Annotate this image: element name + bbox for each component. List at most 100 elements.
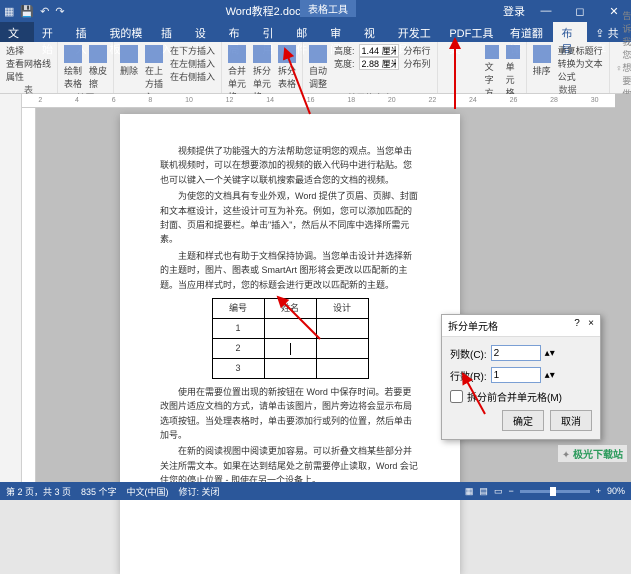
cancel-button[interactable]: 取消 xyxy=(550,410,592,431)
active-cell[interactable] xyxy=(264,338,316,358)
align-tl-button[interactable] xyxy=(442,44,452,52)
tab-dev[interactable]: 开发工具 xyxy=(390,22,442,42)
align-tr-button[interactable] xyxy=(468,44,478,52)
ribbon-tabs: 文件 开始 插入 我的模板 插入 设计 布局 引用 邮件 审阅 视图 开发工具 … xyxy=(0,22,631,42)
tab-home[interactable]: 开始 xyxy=(34,22,68,42)
tab-translate[interactable]: 有道翻译 xyxy=(502,22,554,42)
tab-pdf[interactable]: PDF工具集 xyxy=(441,22,502,42)
gridlines-button[interactable]: 查看网格线 xyxy=(4,57,53,70)
align-mr-button[interactable] xyxy=(468,53,478,61)
tab-review[interactable]: 审阅 xyxy=(322,22,356,42)
group-data: 排序 重复标题行 转换为文本 公式 数据 xyxy=(527,42,610,93)
table-header[interactable]: 编号 xyxy=(212,298,264,318)
eraser-button[interactable]: 橡皮擦 xyxy=(87,44,109,91)
language-indicator[interactable]: 中文(中国) xyxy=(127,485,169,498)
group-draw: 绘制表格 橡皮擦 绘图 xyxy=(58,42,114,93)
to-text-button[interactable]: 转换为文本 xyxy=(556,57,605,70)
page-indicator[interactable]: 第 2 页，共 3 页 xyxy=(6,485,71,498)
word-icon: ▦ xyxy=(4,5,14,18)
navigation-bar xyxy=(0,94,22,482)
maximize-icon[interactable]: ◻ xyxy=(567,5,593,18)
align-bc-button[interactable] xyxy=(455,62,465,70)
zoom-slider[interactable] xyxy=(520,490,590,493)
rows-input[interactable] xyxy=(491,367,541,383)
quick-access-toolbar: ▦ 💾 ↶ ↷ xyxy=(4,5,65,18)
redo-icon[interactable]: ↷ xyxy=(55,5,64,18)
columns-label: 列数(C): xyxy=(450,346,487,361)
dialog-help-icon[interactable]: ? xyxy=(574,318,580,329)
tell-me-box[interactable]: ♀ 告诉我您想要做什么 xyxy=(610,42,631,93)
tab-view[interactable]: 视图 xyxy=(356,22,390,42)
repeat-header-button[interactable]: 重复标题行 xyxy=(556,44,605,57)
tab-mailings[interactable]: 邮件 xyxy=(288,22,322,42)
height-input[interactable] xyxy=(359,44,399,57)
draw-table-button[interactable]: 绘制表格 xyxy=(62,44,84,91)
align-mc-button[interactable] xyxy=(455,53,465,61)
view-read-icon[interactable]: ▤ xyxy=(479,486,488,497)
formula-button[interactable]: 公式 xyxy=(556,70,605,83)
zoom-level[interactable]: 90% xyxy=(607,486,625,496)
save-icon[interactable]: 💾 xyxy=(20,5,34,18)
align-tc-button[interactable] xyxy=(455,44,465,52)
group-rows-cols: 删除 在上方插入 在下方插入 在左侧插入 在右侧插入 行和列 xyxy=(114,42,222,93)
spinner-icon[interactable]: ▴▾ xyxy=(545,370,555,381)
tab-templates[interactable]: 我的模板 xyxy=(101,22,153,42)
align-bl-button[interactable] xyxy=(442,62,452,70)
status-bar: 第 2 页，共 3 页 835 个字 中文(中国) 修订: 关闭 ▦ ▤ ▭ −… xyxy=(0,482,631,500)
dist-cols-button[interactable]: 分布列 xyxy=(402,57,433,70)
insert-left-button[interactable]: 在左侧插入 xyxy=(168,57,217,70)
document-page[interactable]: 视频提供了功能强大的方法帮助您证明您的观点。当您单击联机视频时，可以在想要添加的… xyxy=(120,114,460,574)
table-header[interactable]: 设计 xyxy=(316,298,368,318)
table-row: 2 xyxy=(212,338,368,358)
tab-insert[interactable]: 插入 xyxy=(68,22,102,42)
dialog-close-icon[interactable]: × xyxy=(588,318,594,329)
spinner-icon[interactable]: ▴▾ xyxy=(545,348,555,359)
sort-button[interactable]: 排序 xyxy=(531,44,553,78)
tab-file[interactable]: 文件 xyxy=(0,22,34,42)
group-table: 选择 查看网格线 属性 表 xyxy=(0,42,58,93)
horizontal-ruler[interactable]: 24681012141618202224262830 xyxy=(22,94,615,108)
ok-button[interactable]: 确定 xyxy=(502,410,544,431)
dist-rows-button[interactable]: 分布行 xyxy=(402,44,433,57)
document-table[interactable]: 编号 姓名 设计 1 2 3 xyxy=(212,298,369,379)
tab-references[interactable]: 引用 xyxy=(254,22,288,42)
view-web-icon[interactable]: ▭ xyxy=(494,486,503,497)
align-ml-button[interactable] xyxy=(442,53,452,61)
select-button[interactable]: 选择 xyxy=(4,44,53,57)
insert-below-button[interactable]: 在下方插入 xyxy=(168,44,217,57)
group-align: 文字方向 单元格边距 对齐方式 xyxy=(438,42,527,93)
tab-table-layout[interactable]: 布局 xyxy=(553,22,587,42)
height-label: 高度: xyxy=(332,44,357,57)
zoom-in-icon[interactable]: + xyxy=(596,486,601,496)
width-label: 宽度: xyxy=(332,57,357,70)
tab-design[interactable]: 设计 xyxy=(187,22,221,42)
merge-before-checkbox[interactable] xyxy=(450,390,463,403)
login-link[interactable]: 登录 xyxy=(503,3,525,19)
table-header[interactable]: 姓名 xyxy=(264,298,316,318)
delete-button[interactable]: 删除 xyxy=(118,44,140,78)
ribbon: 选择 查看网格线 属性 表 绘制表格 橡皮擦 绘图 删除 在上方插入 在下方插入… xyxy=(0,42,631,94)
insert-right-button[interactable]: 在右侧插入 xyxy=(168,70,217,83)
width-input[interactable] xyxy=(359,57,399,70)
tab-insert2[interactable]: 插入 xyxy=(153,22,187,42)
table-row: 3 xyxy=(212,358,368,378)
columns-input[interactable] xyxy=(491,345,541,361)
minimize-icon[interactable]: — xyxy=(533,5,559,17)
word-count[interactable]: 835 个字 xyxy=(81,485,117,498)
properties-button[interactable]: 属性 xyxy=(4,70,53,83)
align-br-button[interactable] xyxy=(468,62,478,70)
dialog-title: 拆分单元格 xyxy=(448,318,498,333)
split-cells-dialog: 拆分单元格 ? × 列数(C): ▴▾ 行数(R): ▴▾ 拆分前合并单元格(M… xyxy=(441,314,601,440)
contextual-tab-label: 表格工具 xyxy=(300,0,356,17)
zoom-out-icon[interactable]: − xyxy=(508,486,513,496)
vertical-ruler[interactable] xyxy=(22,108,36,482)
paragraph: 为使您的文档具有专业外观，Word 提供了页眉、页脚、封面和文本框设计，这些设计… xyxy=(160,189,420,247)
tab-layout[interactable]: 布局 xyxy=(221,22,255,42)
table-row: 1 xyxy=(212,318,368,338)
checkbox-label: 拆分前合并单元格(M) xyxy=(467,389,562,404)
split-table-button[interactable]: 拆分表格 xyxy=(276,44,298,91)
undo-icon[interactable]: ↶ xyxy=(40,5,49,18)
autofit-button[interactable]: 自动调整 xyxy=(307,44,329,91)
view-print-icon[interactable]: ▦ xyxy=(465,486,474,497)
track-changes-indicator[interactable]: 修订: 关闭 xyxy=(179,485,220,498)
